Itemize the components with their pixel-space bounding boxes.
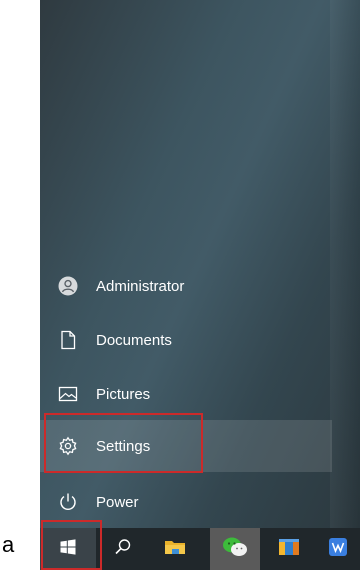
search-icon <box>114 538 132 561</box>
document-icon <box>58 330 78 350</box>
start-menu-item-administrator[interactable]: Administrator <box>40 262 332 310</box>
folder-icon <box>164 538 186 561</box>
user-avatar-icon <box>58 276 78 296</box>
gear-icon <box>58 436 78 456</box>
start-menu-item-power[interactable]: Power <box>40 478 332 526</box>
archive-icon <box>278 537 300 562</box>
start-menu-item-label: Pictures <box>96 385 151 403</box>
wechat-icon <box>222 536 248 563</box>
start-button[interactable] <box>40 528 96 570</box>
figure-label: a <box>2 532 15 557</box>
taskbar-search-button[interactable] <box>100 528 146 570</box>
taskbar-archive-button[interactable] <box>266 528 312 570</box>
taskbar-app-button[interactable] <box>316 528 360 570</box>
start-menu-item-pictures[interactable]: Pictures <box>40 370 332 418</box>
windows-start-icon <box>60 538 76 560</box>
start-menu-item-label: Settings <box>96 437 151 455</box>
app-icon <box>328 537 348 562</box>
taskbar <box>40 528 360 570</box>
pictures-icon <box>58 384 78 404</box>
start-menu-item-label: Documents <box>96 331 172 349</box>
start-menu-item-documents[interactable]: Documents <box>40 316 332 364</box>
power-icon <box>58 492 78 512</box>
taskbar-wechat-button[interactable] <box>210 528 260 570</box>
start-menu-item-label: Power <box>96 493 139 511</box>
start-menu-item-settings[interactable]: Settings <box>40 420 332 472</box>
start-menu-item-label: Administrator <box>96 277 185 295</box>
taskbar-file-explorer-button[interactable] <box>152 528 198 570</box>
start-menu-panel: Administrator Documents Pictures Setting… <box>40 0 360 528</box>
